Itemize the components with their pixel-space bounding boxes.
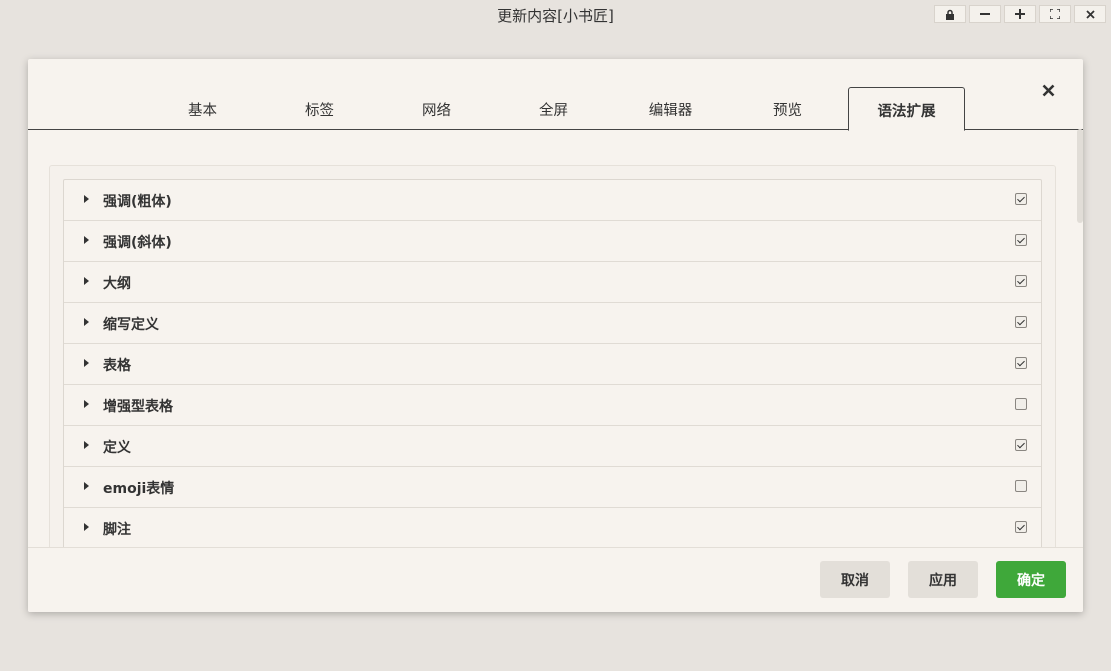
tab-basic[interactable]: 基本 bbox=[144, 87, 261, 130]
extension-checkbox[interactable] bbox=[1015, 398, 1027, 410]
tab-bar: 基本 标签 网络 全屏 编辑器 预览 语法扩展 bbox=[28, 87, 1083, 131]
cancel-button[interactable]: 取消 bbox=[820, 561, 890, 598]
close-icon bbox=[1085, 9, 1095, 19]
tab-tags[interactable]: 标签 bbox=[261, 87, 378, 130]
list-item[interactable]: 强调(粗体) bbox=[64, 180, 1041, 221]
extensions-panel: 强调(粗体) 强调(斜体) 大纲 缩写定义 表格 增强型表格 定义 emoji表… bbox=[49, 165, 1056, 547]
extension-checkbox[interactable] bbox=[1015, 234, 1027, 246]
dialog-footer: 取消 应用 确定 bbox=[28, 547, 1083, 612]
expand-caret-icon[interactable] bbox=[84, 195, 89, 203]
maximize-button[interactable] bbox=[1004, 5, 1036, 23]
extension-label: 强调(粗体) bbox=[103, 194, 172, 210]
extension-label: 强调(斜体) bbox=[103, 235, 172, 251]
extension-label: 缩写定义 bbox=[103, 317, 159, 333]
expand-caret-icon[interactable] bbox=[84, 523, 89, 531]
extension-checkbox[interactable] bbox=[1015, 439, 1027, 451]
list-item[interactable]: 大纲 bbox=[64, 262, 1041, 303]
tab-editor[interactable]: 编辑器 bbox=[612, 87, 729, 130]
list-item[interactable]: emoji表情 bbox=[64, 467, 1041, 508]
extension-checkbox[interactable] bbox=[1015, 357, 1027, 369]
window-controls bbox=[934, 5, 1106, 23]
list-item[interactable]: 缩写定义 bbox=[64, 303, 1041, 344]
expand-caret-icon[interactable] bbox=[84, 441, 89, 449]
vertical-scrollbar[interactable] bbox=[1077, 129, 1083, 223]
extension-label: 定义 bbox=[103, 440, 131, 456]
extension-checkbox[interactable] bbox=[1015, 275, 1027, 287]
ok-button[interactable]: 确定 bbox=[996, 561, 1066, 598]
tab-syntax-extension[interactable]: 语法扩展 bbox=[848, 87, 965, 131]
minimize-button[interactable] bbox=[969, 5, 1001, 23]
extension-label: 脚注 bbox=[103, 522, 131, 538]
fullscreen-button[interactable] bbox=[1039, 5, 1071, 23]
tab-preview[interactable]: 预览 bbox=[729, 87, 846, 130]
expand-caret-icon[interactable] bbox=[84, 482, 89, 490]
expand-caret-icon[interactable] bbox=[84, 318, 89, 326]
preferences-dialog: 基本 标签 网络 全屏 编辑器 预览 语法扩展 强调(粗体) 强调(斜体) 大纲… bbox=[28, 59, 1083, 612]
extension-label: emoji表情 bbox=[103, 481, 175, 497]
expand-caret-icon[interactable] bbox=[84, 236, 89, 244]
extension-checkbox[interactable] bbox=[1015, 316, 1027, 328]
window-close-button[interactable] bbox=[1074, 5, 1106, 23]
plus-icon bbox=[1015, 9, 1025, 19]
extension-label: 大纲 bbox=[103, 276, 131, 292]
expand-caret-icon[interactable] bbox=[84, 400, 89, 408]
expand-caret-icon[interactable] bbox=[84, 277, 89, 285]
minimize-icon bbox=[980, 13, 990, 15]
list-item[interactable]: 定义 bbox=[64, 426, 1041, 467]
list-item[interactable]: 表格 bbox=[64, 344, 1041, 385]
lock-button[interactable] bbox=[934, 5, 966, 23]
extension-checkbox[interactable] bbox=[1015, 480, 1027, 492]
tab-network[interactable]: 网络 bbox=[378, 87, 495, 130]
settings-scroll-area[interactable]: 强调(粗体) 强调(斜体) 大纲 缩写定义 表格 增强型表格 定义 emoji表… bbox=[28, 131, 1083, 547]
extension-label: 增强型表格 bbox=[103, 399, 173, 415]
tab-fullscreen[interactable]: 全屏 bbox=[495, 87, 612, 130]
lock-icon bbox=[946, 9, 954, 20]
extension-label: 表格 bbox=[103, 358, 131, 374]
list-item[interactable]: 脚注 bbox=[64, 508, 1041, 547]
list-item[interactable]: 强调(斜体) bbox=[64, 221, 1041, 262]
extensions-list: 强调(粗体) 强调(斜体) 大纲 缩写定义 表格 增强型表格 定义 emoji表… bbox=[63, 179, 1042, 547]
expand-caret-icon[interactable] bbox=[84, 359, 89, 367]
apply-button[interactable]: 应用 bbox=[908, 561, 978, 598]
fullscreen-icon bbox=[1050, 9, 1060, 19]
list-item[interactable]: 增强型表格 bbox=[64, 385, 1041, 426]
extension-checkbox[interactable] bbox=[1015, 521, 1027, 533]
extension-checkbox[interactable] bbox=[1015, 193, 1027, 205]
